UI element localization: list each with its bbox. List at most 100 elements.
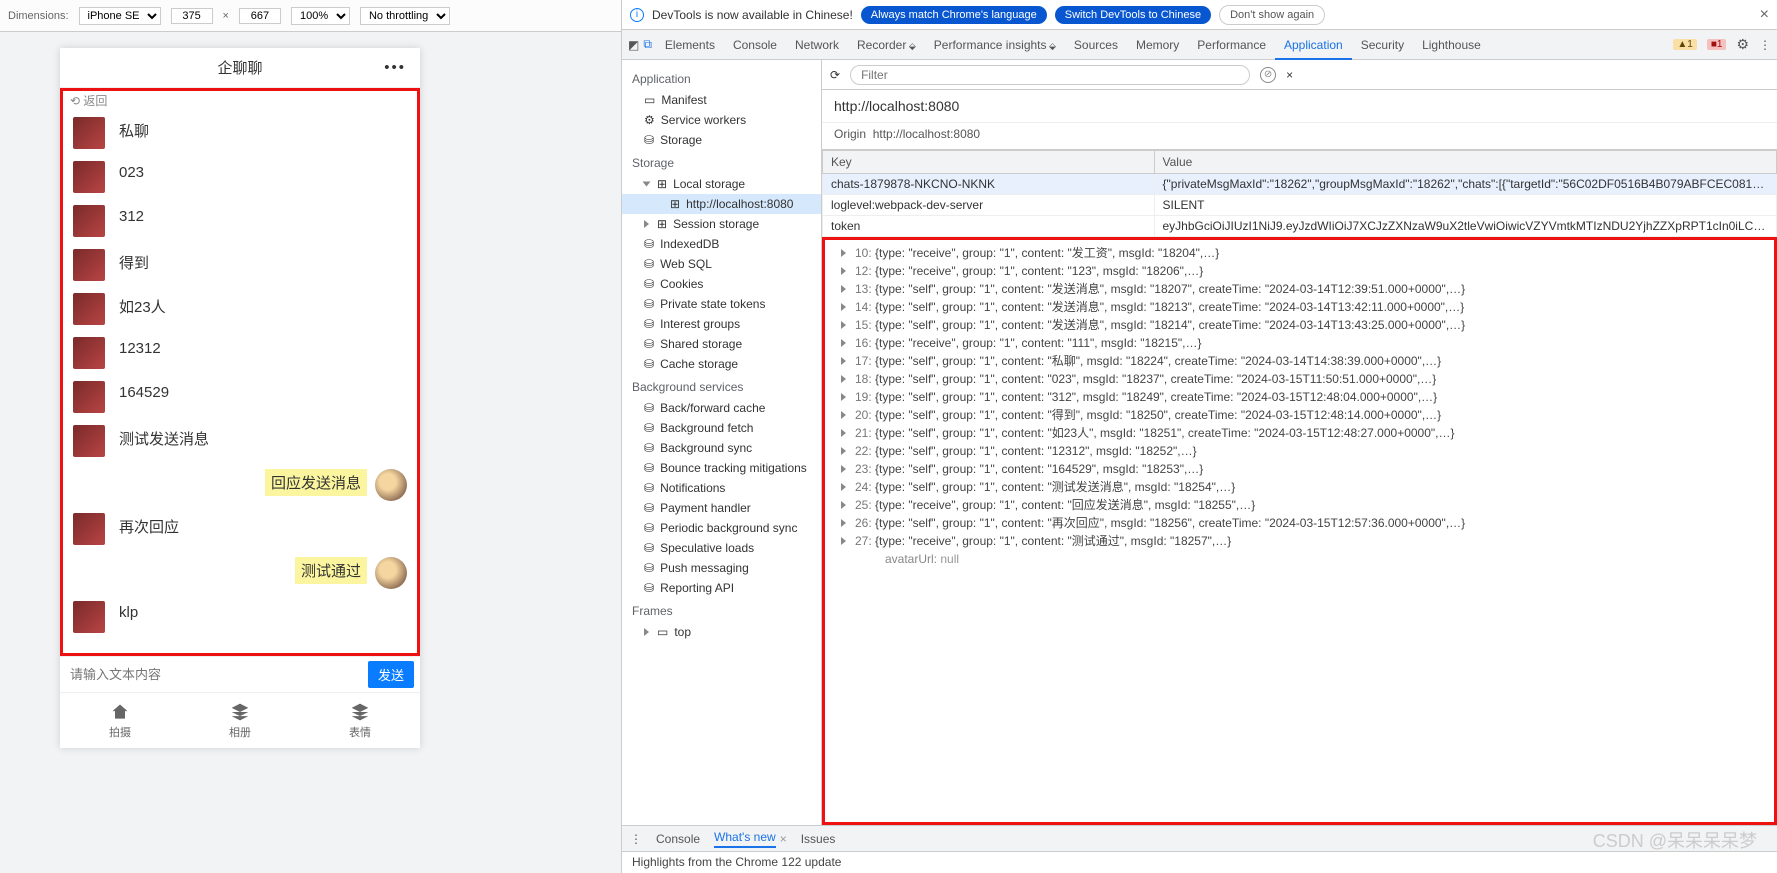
throttle-select[interactable]: No throttling: [360, 7, 450, 25]
tab-console[interactable]: Console: [724, 32, 786, 58]
table-row[interactable]: chats-1879878-NKCNO-NKNK{"privateMsgMaxI…: [823, 174, 1777, 195]
kebab-icon[interactable]: ⋮: [1759, 38, 1771, 52]
avatar: [73, 117, 105, 149]
log-line[interactable]: 10: {type: "receive", group: "1", conten…: [825, 244, 1774, 262]
camera-icon: [110, 702, 130, 722]
sidebar-item[interactable]: ⛁Speculative loads: [622, 538, 821, 558]
close-icon[interactable]: ×: [1760, 6, 1769, 24]
sidebar-item[interactable]: ⛁Background sync: [622, 438, 821, 458]
sidebar-item[interactable]: ⛁Web SQL: [622, 254, 821, 274]
sidebar-session-storage[interactable]: ⊞Session storage: [622, 214, 821, 234]
inspect-icon[interactable]: ◩: [628, 38, 639, 52]
drawer-console[interactable]: Console: [656, 832, 700, 846]
sidebar-item[interactable]: ⛁Cache storage: [622, 354, 821, 374]
avatar: [73, 381, 105, 413]
message-input[interactable]: [66, 663, 362, 686]
tab-elements[interactable]: Elements: [656, 32, 724, 58]
nav-emoji[interactable]: 表情: [300, 693, 420, 748]
device-select[interactable]: iPhone SE: [79, 7, 161, 25]
width-input[interactable]: [171, 8, 213, 24]
log-line[interactable]: 15: {type: "self", group: "1", content: …: [825, 316, 1774, 334]
tab-application[interactable]: Application: [1275, 32, 1352, 60]
log-line[interactable]: 18: {type: "self", group: "1", content: …: [825, 370, 1774, 388]
chat-message: 164529: [63, 375, 417, 419]
table-row[interactable]: tokeneyJhbGciOiJIUzI1NiJ9.eyJzdWIiOiJ7XC…: [823, 216, 1777, 237]
sidebar-item[interactable]: ⛁Background fetch: [622, 418, 821, 438]
sidebar-item[interactable]: ⛁Back/forward cache: [622, 398, 821, 418]
filter-input[interactable]: [850, 65, 1250, 85]
close-whatsnew-icon[interactable]: ×: [780, 832, 787, 846]
block-icon[interactable]: ⊘: [1260, 67, 1276, 83]
gear-icon[interactable]: ⚙: [1736, 36, 1749, 53]
sidebar-item[interactable]: ⛁Reporting API: [622, 578, 821, 598]
match-lang-button[interactable]: Always match Chrome's language: [861, 6, 1047, 24]
sidebar-local-host[interactable]: ⊞http://localhost:8080: [622, 194, 821, 214]
more-icon[interactable]: •••: [384, 59, 406, 76]
log-line[interactable]: 24: {type: "self", group: "1", content: …: [825, 478, 1774, 496]
avatar: [73, 161, 105, 193]
device-mode-icon[interactable]: ⧉: [643, 37, 652, 52]
tab-lighthouse[interactable]: Lighthouse: [1413, 32, 1490, 58]
drawer-whatsnew[interactable]: What's new: [714, 830, 776, 848]
sidebar-item[interactable]: ⛁Private state tokens: [622, 294, 821, 314]
log-line[interactable]: 25: {type: "receive", group: "1", conten…: [825, 496, 1774, 514]
sidebar-item[interactable]: ⛁IndexedDB: [622, 234, 821, 254]
sidebar-service-workers[interactable]: ⚙Service workers: [622, 110, 821, 130]
warning-badge[interactable]: ▲1: [1673, 39, 1696, 50]
log-line[interactable]: 19: {type: "self", group: "1", content: …: [825, 388, 1774, 406]
sidebar-local-storage[interactable]: ⊞Local storage: [622, 174, 821, 194]
log-line[interactable]: 13: {type: "self", group: "1", content: …: [825, 280, 1774, 298]
refresh-icon[interactable]: ⟳: [830, 68, 840, 82]
tab-sources[interactable]: Sources: [1065, 32, 1127, 58]
layers-icon: [230, 702, 250, 722]
log-line[interactable]: 27: {type: "receive", group: "1", conten…: [825, 532, 1774, 550]
tab-performance-insights[interactable]: Performance insights ⬙: [925, 32, 1065, 58]
tab-performance[interactable]: Performance: [1188, 32, 1275, 58]
avatar: [73, 293, 105, 325]
clear-icon[interactable]: ×: [1286, 68, 1293, 82]
sidebar-item[interactable]: ⛁Periodic background sync: [622, 518, 821, 538]
message-bubble: 测试通过: [295, 557, 367, 584]
col-value[interactable]: Value: [1154, 151, 1777, 174]
tab-network[interactable]: Network: [786, 32, 848, 58]
tab-security[interactable]: Security: [1352, 32, 1413, 58]
back-link[interactable]: ⟲ 返回: [70, 92, 107, 109]
switch-cn-button[interactable]: Switch DevTools to Chinese: [1055, 6, 1211, 24]
tab-memory[interactable]: Memory: [1127, 32, 1188, 58]
origin-detail: Origin http://localhost:8080: [822, 123, 1777, 150]
log-line[interactable]: 22: {type: "self", group: "1", content: …: [825, 442, 1774, 460]
sidebar-manifest[interactable]: ▭Manifest: [622, 90, 821, 110]
height-input[interactable]: [239, 8, 281, 24]
log-line[interactable]: 16: {type: "receive", group: "1", conten…: [825, 334, 1774, 352]
log-line[interactable]: 23: {type: "self", group: "1", content: …: [825, 460, 1774, 478]
sidebar-item[interactable]: ⛁Payment handler: [622, 498, 821, 518]
sidebar-item[interactable]: ⛁Notifications: [622, 478, 821, 498]
nav-camera[interactable]: 拍摄: [60, 693, 180, 748]
col-key[interactable]: Key: [823, 151, 1155, 174]
log-line[interactable]: 20: {type: "self", group: "1", content: …: [825, 406, 1774, 424]
log-line[interactable]: 26: {type: "self", group: "1", content: …: [825, 514, 1774, 532]
sidebar-item[interactable]: ⛁Shared storage: [622, 334, 821, 354]
chat-message: 回应发送消息: [63, 463, 417, 507]
sidebar-storage[interactable]: ⛁Storage: [622, 130, 821, 150]
zoom-select[interactable]: 100%: [291, 7, 350, 25]
log-line[interactable]: 21: {type: "self", group: "1", content: …: [825, 424, 1774, 442]
tab-recorder[interactable]: Recorder ⬙: [848, 32, 925, 58]
info-icon: i: [630, 8, 644, 22]
table-row[interactable]: loglevel:webpack-dev-serverSILENT: [823, 195, 1777, 216]
log-line[interactable]: 14: {type: "self", group: "1", content: …: [825, 298, 1774, 316]
dont-show-button[interactable]: Don't show again: [1219, 5, 1325, 25]
application-sidebar: Application ▭Manifest ⚙Service workers ⛁…: [622, 60, 822, 825]
nav-album[interactable]: 相册: [180, 693, 300, 748]
log-line[interactable]: 12: {type: "receive", group: "1", conten…: [825, 262, 1774, 280]
sidebar-item[interactable]: ⛁Push messaging: [622, 558, 821, 578]
sidebar-frames-top[interactable]: ▭top: [622, 622, 821, 642]
send-button[interactable]: 发送: [368, 661, 414, 688]
log-line[interactable]: 17: {type: "self", group: "1", content: …: [825, 352, 1774, 370]
drawer-issues[interactable]: Issues: [801, 832, 836, 846]
sidebar-item[interactable]: ⛁Cookies: [622, 274, 821, 294]
sidebar-item[interactable]: ⛁Bounce tracking mitigations: [622, 458, 821, 478]
sidebar-item[interactable]: ⛁Interest groups: [622, 314, 821, 334]
error-badge[interactable]: ■1: [1707, 39, 1727, 50]
drawer-kebab-icon[interactable]: ⋮: [630, 832, 642, 846]
